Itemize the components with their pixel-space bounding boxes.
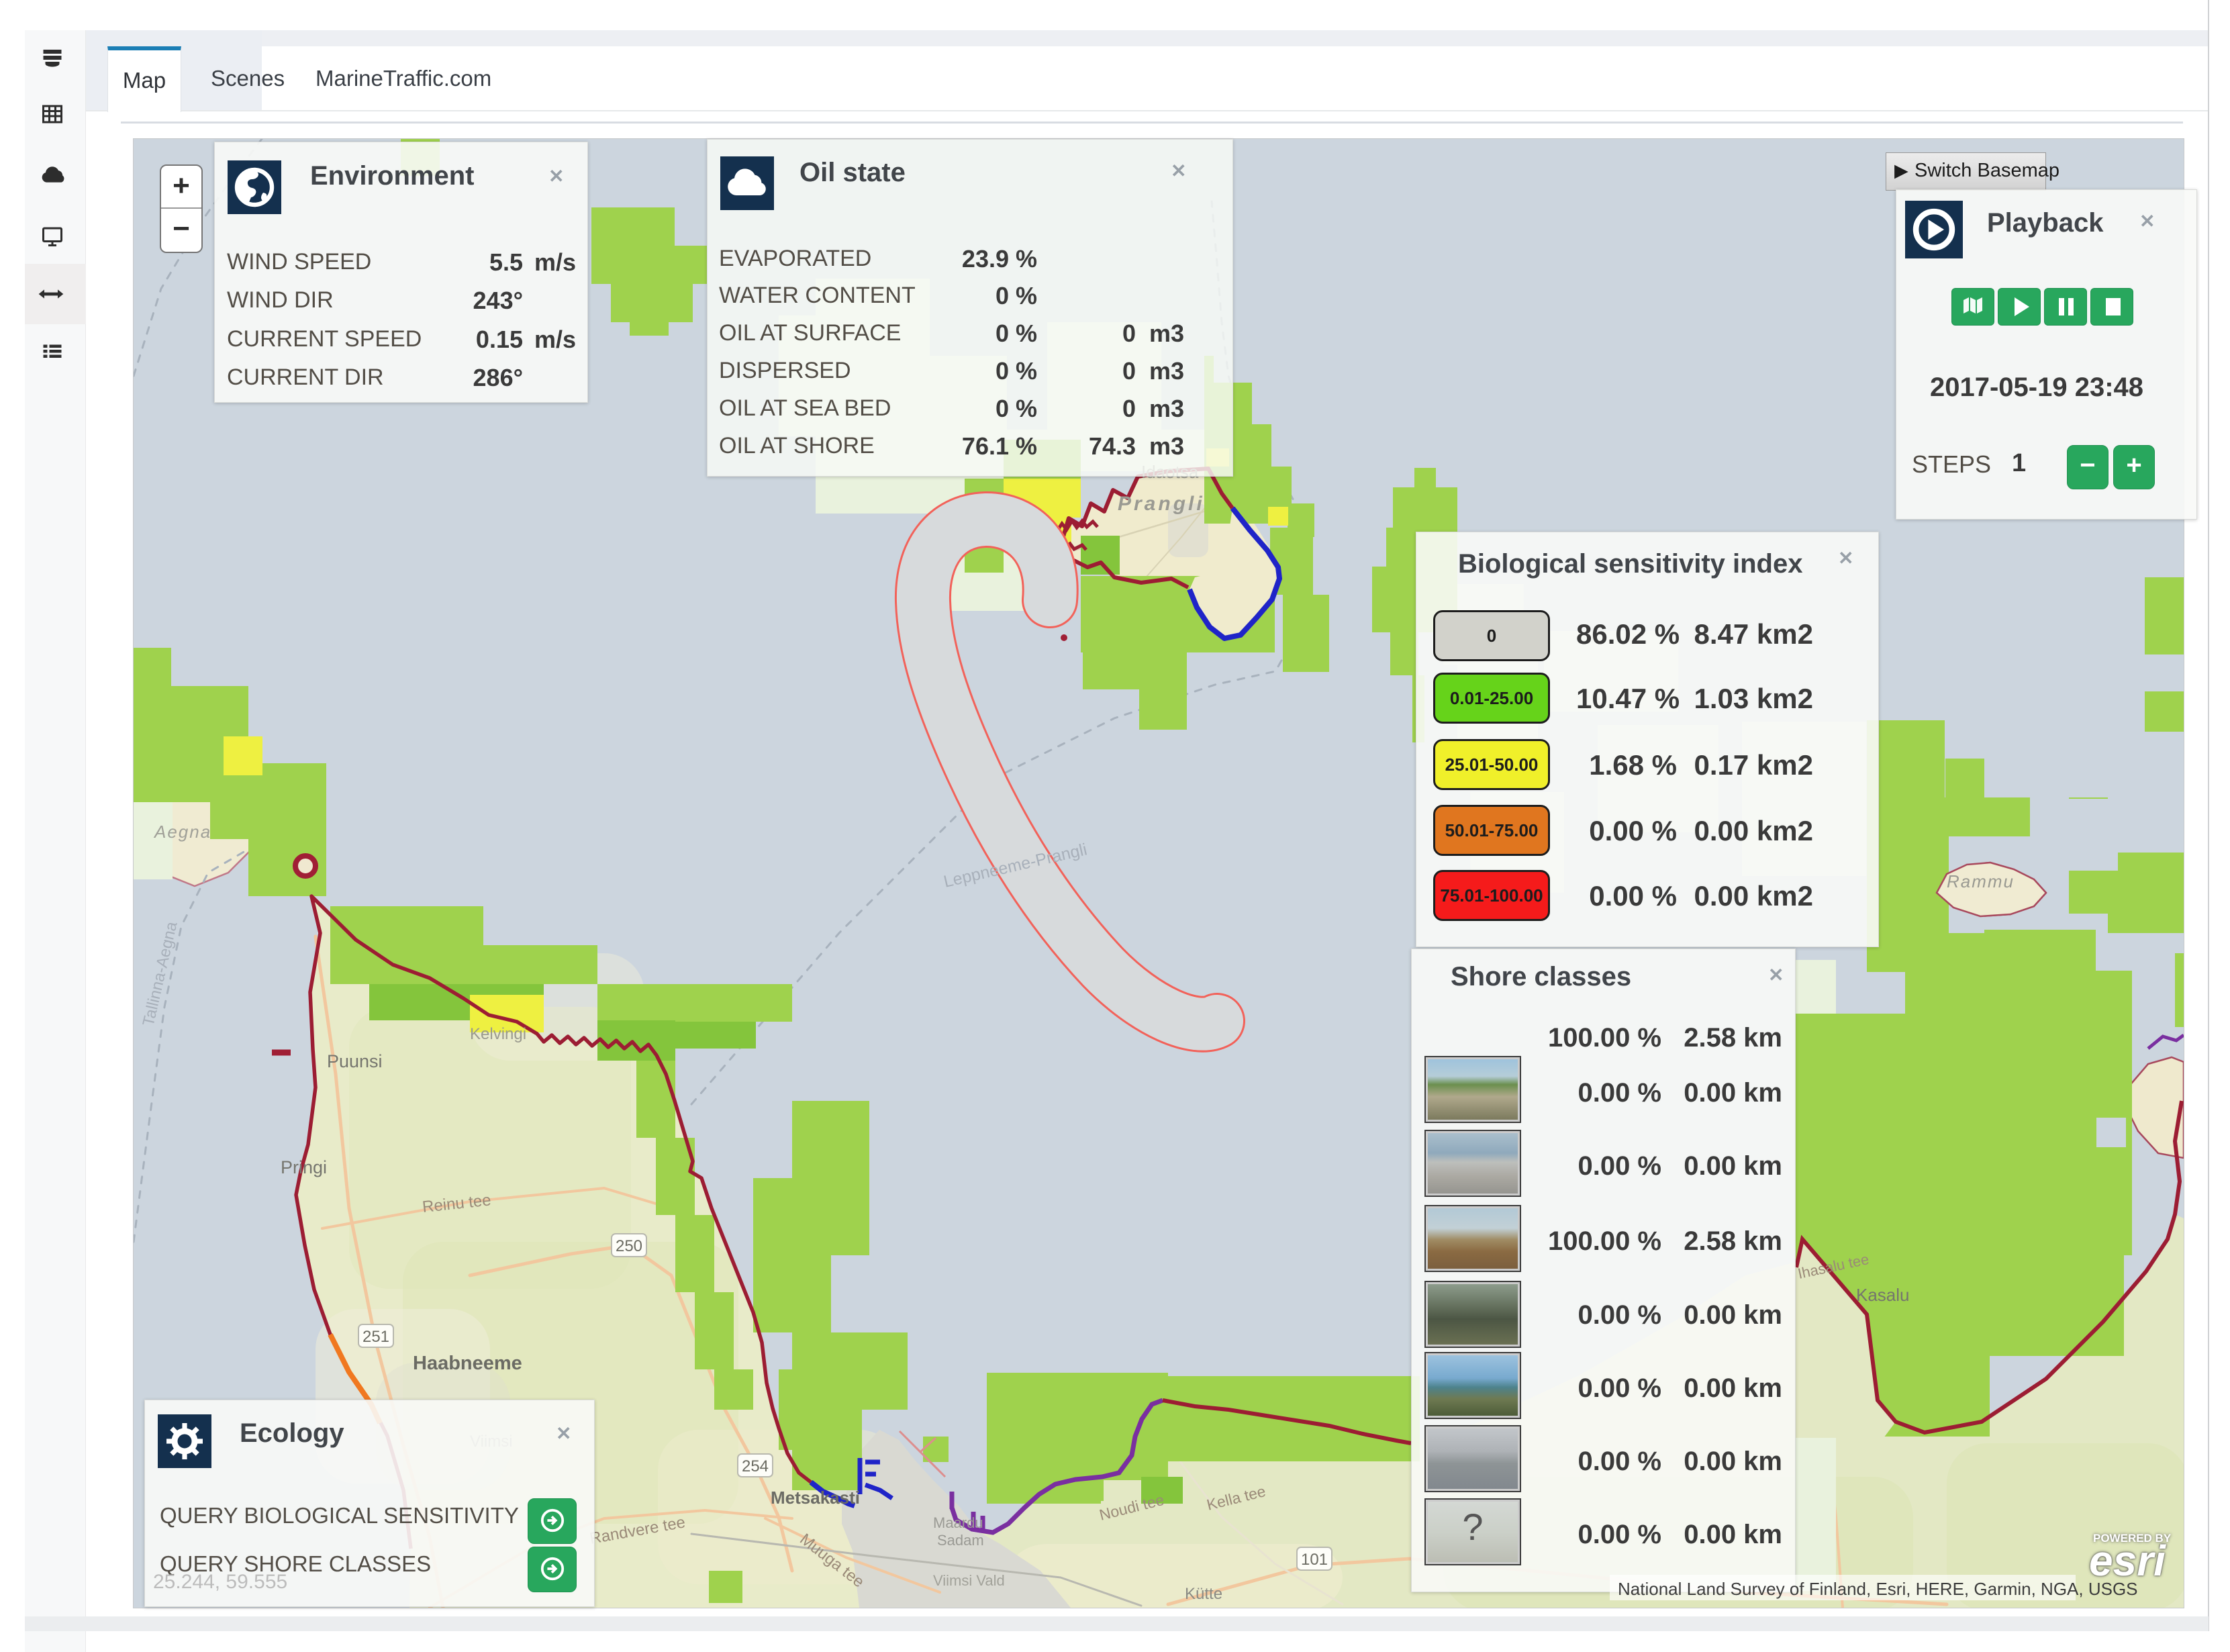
svg-text:Kütte: Kütte (1185, 1585, 1222, 1603)
svg-text:Maardu: Maardu (933, 1514, 983, 1531)
svg-text:Kelvingi: Kelvingi (470, 1025, 526, 1043)
svg-text:Puunsi: Puunsi (327, 1051, 383, 1071)
svg-text:Rammu: Rammu (1947, 871, 2015, 891)
svg-text:Kasalu: Kasalu (1856, 1285, 1910, 1305)
svg-text:250: 250 (616, 1237, 642, 1255)
svg-text:Viimsi Vald: Viimsi Vald (933, 1572, 1005, 1589)
svg-text:Pringi: Pringi (281, 1157, 327, 1177)
svg-text:Metsakasti: Metsakasti (771, 1488, 860, 1508)
svg-text:Haabneeme: Haabneeme (413, 1353, 522, 1374)
svg-text:251: 251 (362, 1328, 389, 1346)
svg-text:101: 101 (1301, 1551, 1328, 1569)
svg-text:Aegna: Aegna (153, 822, 211, 842)
svg-text:Prangli: Prangli (1118, 493, 1205, 515)
svg-text:Sadam: Sadam (937, 1532, 984, 1549)
svg-text:254: 254 (742, 1457, 769, 1475)
